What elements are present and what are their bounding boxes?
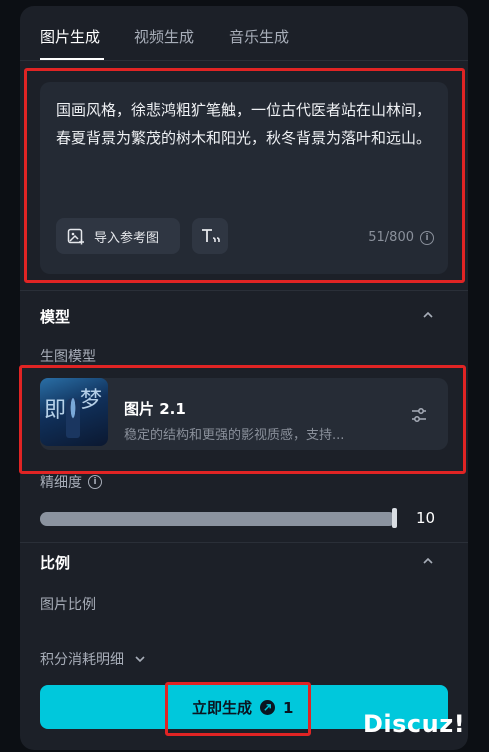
detail-label: 精细度 [40, 475, 82, 491]
highlight-box-prompt [24, 68, 465, 283]
watermark: Discuz! [363, 710, 466, 738]
cost-details-label: 积分消耗明细 [40, 652, 124, 668]
detail-slider-fill [40, 512, 396, 526]
detail-value: 10 [416, 509, 436, 527]
tab-image-generation[interactable]: 图片生成 [40, 26, 100, 47]
detail-label-row: 精细度 i [40, 472, 102, 492]
model-section-title: 模型 [40, 308, 71, 326]
mode-tabs: 图片生成 视频生成 音乐生成 [20, 6, 468, 62]
chevron-down-icon [135, 656, 145, 663]
detail-slider[interactable] [40, 512, 396, 526]
tab-music-generation[interactable]: 音乐生成 [229, 26, 289, 47]
cost-details-toggle[interactable]: 积分消耗明细 [40, 649, 146, 669]
tabs-divider [20, 60, 468, 61]
detail-info-icon[interactable]: i [88, 475, 102, 489]
ratio-section-title: 比例 [40, 554, 71, 572]
highlight-box-model [19, 365, 466, 474]
ratio-sub-label: 图片比例 [40, 597, 96, 613]
chevron-up-icon[interactable] [422, 309, 434, 321]
model-sub-label: 生图模型 [40, 349, 96, 365]
tab-video-generation[interactable]: 视频生成 [134, 26, 194, 47]
detail-slider-handle[interactable] [392, 508, 397, 528]
highlight-box-generate [165, 682, 311, 736]
chevron-up-icon[interactable] [422, 555, 434, 567]
divider [20, 290, 468, 291]
divider [20, 542, 468, 543]
